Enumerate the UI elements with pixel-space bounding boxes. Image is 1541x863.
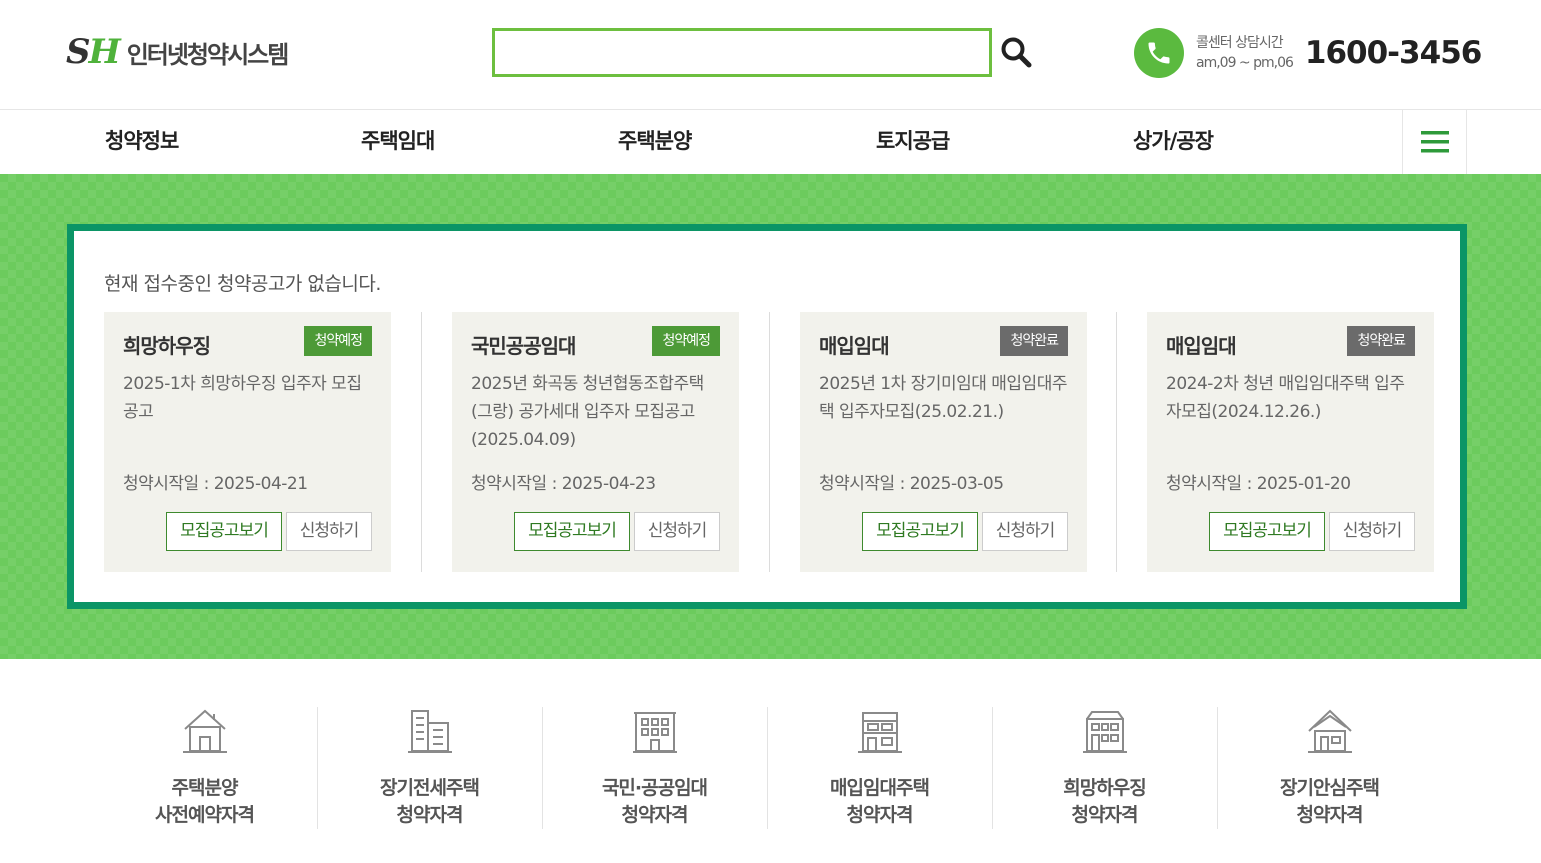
hamburger-icon <box>1420 131 1449 153</box>
quick-link-hope-housing-eligibility[interactable]: 희망하우징 청약자격 <box>992 707 1217 827</box>
notice-panel: 현재 접수중인 청약공고가 없습니다. 희망하우징 청약예정 2025-1차 희… <box>67 224 1467 609</box>
menu-button[interactable] <box>1402 110 1467 174</box>
card-start-date: 청약시작일 : 2025-04-23 <box>471 474 656 494</box>
card-divider <box>421 312 422 572</box>
quick-link-presale-eligibility[interactable]: 주택분양 사전예약자격 <box>92 707 317 827</box>
nav-item-land-supply[interactable]: 토지공급 <box>876 110 950 174</box>
card-title: 희망하우징 <box>123 334 211 358</box>
site-header: SH 인터넷청약시스템 콜센터 상담시간 am,09 ~ pm,06 1600-… <box>0 0 1541 110</box>
nav-item-housing-sale[interactable]: 주택분양 <box>618 110 692 174</box>
sh-logo[interactable]: SH 인터넷청약시스템 <box>66 30 290 74</box>
card-start-date: 청약시작일 : 2025-03-05 <box>819 474 1004 494</box>
card-description[interactable]: 2025-1차 희망하우징 입주자 모집공고 <box>123 370 375 426</box>
home-safe-icon <box>1307 709 1352 753</box>
card-title: 매입임대 <box>819 334 890 358</box>
card-description[interactable]: 2024-2차 청년 매입임대주택 입주자모집(2024.12.26.) <box>1166 370 1418 426</box>
notice-message: 현재 접수중인 청약공고가 없습니다. <box>104 273 381 295</box>
building-icon <box>632 712 677 753</box>
dormitory-icon <box>1082 711 1127 753</box>
card-title: 국민공공임대 <box>471 334 576 358</box>
call-number: 1600-3456 <box>1304 35 1482 71</box>
house-icon <box>182 709 227 753</box>
card-description[interactable]: 2025년 1차 장기미임대 매입임대주택 입주자모집(25.02.21.) <box>819 370 1071 426</box>
status-badge: 청약완료 <box>1347 326 1415 356</box>
call-center: 콜센터 상담시간 am,09 ~ pm,06 1600-3456 <box>1134 27 1482 79</box>
notice-card: 매입임대 청약완료 2025년 1차 장기미임대 매입임대주택 입주자모집(25… <box>800 312 1087 572</box>
apartment-icon <box>407 710 452 753</box>
apply-button[interactable]: 신청하기 <box>982 512 1068 551</box>
quick-link-long-term-safe-eligibility[interactable]: 장기안심주택 청약자격 <box>1217 707 1442 827</box>
notice-band: 현재 접수중인 청약공고가 없습니다. 희망하우징 청약예정 2025-1차 희… <box>0 174 1541 659</box>
logo-mark: SH <box>66 32 121 72</box>
card-divider <box>1116 312 1117 572</box>
card-start-date: 청약시작일 : 2025-01-20 <box>1166 474 1351 494</box>
view-notice-button[interactable]: 모집공고보기 <box>514 512 630 551</box>
notice-card: 희망하우징 청약예정 2025-1차 희망하우징 입주자 모집공고 청약시작일 … <box>104 312 391 572</box>
card-title: 매입임대 <box>1166 334 1237 358</box>
notice-card: 매입임대 청약완료 2024-2차 청년 매입임대주택 입주자모집(2024.1… <box>1147 312 1434 572</box>
card-description[interactable]: 2025년 화곡동 청년협동조합주택(그랑) 공가세대 입주자 모집공고(202… <box>471 370 723 454</box>
nav-item-subscription-info[interactable]: 청약정보 <box>105 110 179 174</box>
search-box <box>492 28 992 77</box>
main-nav: 청약정보 주택임대 주택분양 토지공급 상가/공장 <box>0 110 1541 174</box>
search-button[interactable] <box>998 34 1034 70</box>
apply-button[interactable]: 신청하기 <box>1329 512 1415 551</box>
view-notice-button[interactable]: 모집공고보기 <box>166 512 282 551</box>
status-badge: 청약예정 <box>652 326 720 356</box>
apply-button[interactable]: 신청하기 <box>634 512 720 551</box>
call-hours: 콜센터 상담시간 am,09 ~ pm,06 <box>1196 35 1294 71</box>
nav-item-store-factory[interactable]: 상가/공장 <box>1133 110 1214 174</box>
notice-card: 국민공공임대 청약예정 2025년 화곡동 청년협동조합주택(그랑) 공가세대 … <box>452 312 739 572</box>
logo-text: 인터넷청약시스템 <box>126 40 290 69</box>
view-notice-button[interactable]: 모집공고보기 <box>862 512 978 551</box>
status-badge: 청약예정 <box>304 326 372 356</box>
nav-item-housing-rental[interactable]: 주택임대 <box>361 110 435 174</box>
card-start-date: 청약시작일 : 2025-04-21 <box>123 474 308 494</box>
apply-button[interactable]: 신청하기 <box>286 512 372 551</box>
card-divider <box>769 312 770 572</box>
search-input[interactable] <box>495 31 989 74</box>
status-badge: 청약완료 <box>1000 326 1068 356</box>
quick-link-jeonse-eligibility[interactable]: 장기전세주택 청약자격 <box>317 707 542 827</box>
phone-icon <box>1134 28 1184 78</box>
eligibility-quick-links: 주택분양 사전예약자격 장기전세주택 청약자격 국민·공공임대 청약자격 매입임… <box>0 659 1541 863</box>
multiplex-icon <box>857 712 902 753</box>
quick-link-public-rental-eligibility[interactable]: 국민·공공임대 청약자격 <box>542 707 767 827</box>
view-notice-button[interactable]: 모집공고보기 <box>1209 512 1325 551</box>
quick-link-purchase-rental-eligibility[interactable]: 매입임대주택 청약자격 <box>767 707 992 827</box>
search-icon <box>1001 37 1032 68</box>
